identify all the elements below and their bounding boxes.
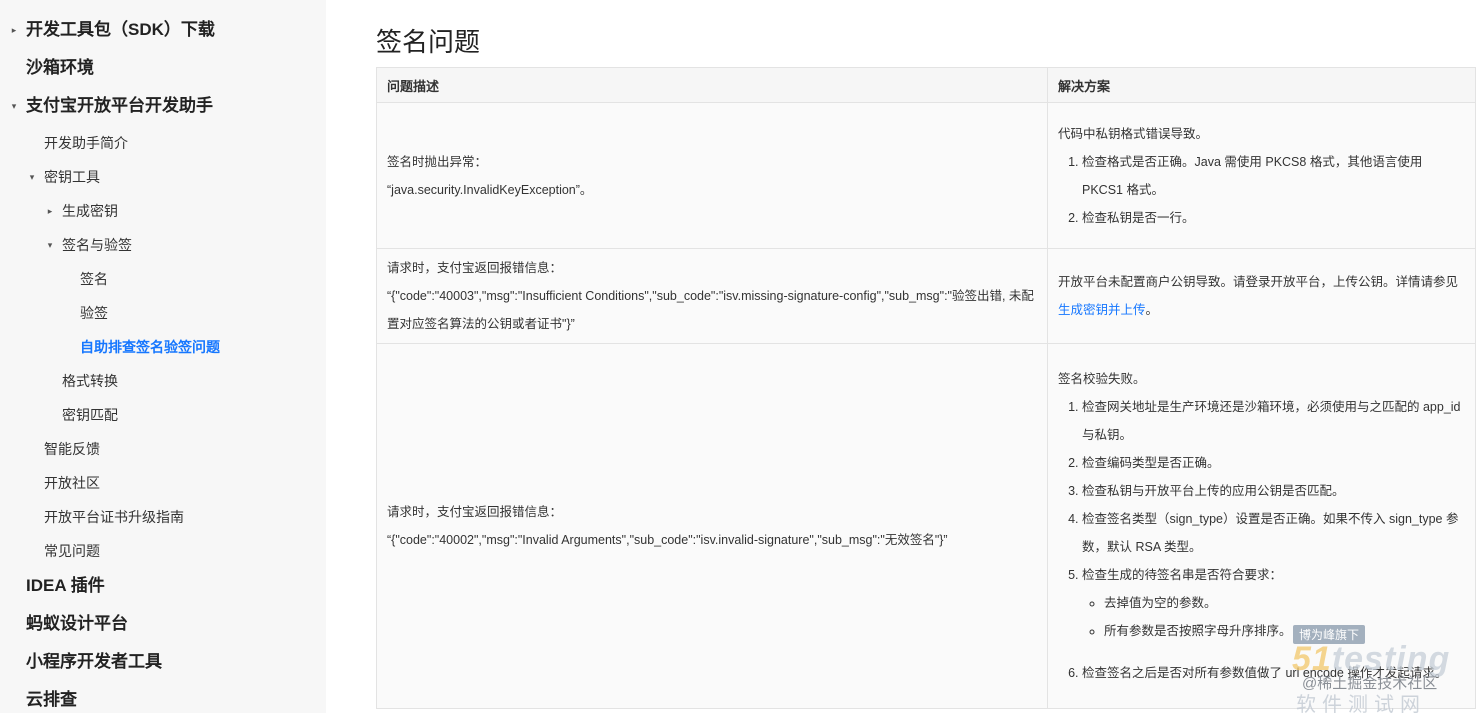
nav-item-label: 开发助手简介 xyxy=(44,135,128,151)
problem-line: “{"code":"40002","msg":"Invalid Argument… xyxy=(387,533,948,547)
nav-item-label: 蚂蚁设计平台 xyxy=(26,614,128,633)
solution-intro: 代码中私钥格式错误导致。 xyxy=(1058,126,1209,141)
solution-text: 开放平台未配置商户公钥导致。请登录开放平台，上传公钥。详情请参见生成密钥并上传。 xyxy=(1058,268,1465,324)
nav-item-label: IDEA 插件 xyxy=(26,576,105,595)
solution-cell: 签名校验失败。 检查网关地址是生产环境还是沙箱环境，必须使用与之匹配的 app_… xyxy=(1047,343,1476,709)
problem-line: 请求时，支付宝返回报错信息： xyxy=(387,505,563,519)
nav-item-label: 智能反馈 xyxy=(44,441,100,457)
nav-item-label: 密钥工具 xyxy=(44,169,100,185)
solution-text-end: 。 xyxy=(1145,303,1159,317)
solution-step: 检查签名之后是否对所有参数值做了 url encode 操作才发起请求。 xyxy=(1082,659,1465,687)
nav-item-label: 格式转换 xyxy=(62,373,118,389)
nav-item-label: 云排查 xyxy=(26,690,77,709)
solution-step: 检查签名类型（sign_type）设置是否正确。如果不传入 sign_type … xyxy=(1082,505,1465,561)
solution-steps: 检查格式是否正确。Java 需使用 PKCS8 格式，其他语言使用 PKCS1 … xyxy=(1058,148,1465,232)
chevron-down-icon[interactable]: ▾ xyxy=(44,228,56,262)
nav-item-label: 小程序开发者工具 xyxy=(26,652,162,671)
table-row: 请求时，支付宝返回报错信息： “{"code":"40002","msg":"I… xyxy=(376,343,1476,709)
chevron-right-icon[interactable]: ▸ xyxy=(8,13,20,47)
problem-line: 签名时抛出异常： xyxy=(387,154,488,169)
chevron-down-icon[interactable]: ▾ xyxy=(26,160,38,194)
nav-item-label: 验签 xyxy=(80,305,108,321)
nav-item-label: 签名与验签 xyxy=(62,237,132,253)
solution-steps: 检查网关地址是生产环境还是沙箱环境，必须使用与之匹配的 app_id 与私钥。 … xyxy=(1058,393,1465,687)
solution-step-with-subitems: 检查生成的待签名串是否符合要求： 去掉值为空的参数。 所有参数是否按照字母升序排… xyxy=(1082,561,1465,659)
column-header-problem: 问题描述 xyxy=(376,67,1048,103)
problem-line: “java.security.InvalidKeyException”。 xyxy=(387,182,593,197)
nav-item-label: 常见问题 xyxy=(44,543,100,559)
table-row: 请求时，支付宝返回报错信息： “{"code":"40003","msg":"I… xyxy=(376,248,1476,344)
solution-text-body: 开放平台未配置商户公钥导致。请登录开放平台，上传公钥。详情请参见 xyxy=(1058,275,1459,289)
solution-subitem: 所有参数是否按照字母升序排序。 xyxy=(1104,617,1465,645)
solution-step: 检查编码类型是否正确。 xyxy=(1082,449,1465,477)
table-row: 签名时抛出异常： “java.security.InvalidKeyExcept… xyxy=(376,102,1476,249)
solution-subitem: 去掉值为空的参数。 xyxy=(1104,589,1465,617)
solution-cell: 开放平台未配置商户公钥导致。请登录开放平台，上传公钥。详情请参见生成密钥并上传。 xyxy=(1047,248,1476,344)
nav-item-label: 开放平台证书升级指南 xyxy=(44,509,184,525)
nav-item-label: 生成密钥 xyxy=(62,203,118,219)
nav-item-label: 支付宝开放平台开发助手 xyxy=(26,96,213,115)
problem-line: 请求时，支付宝返回报错信息： xyxy=(387,261,563,275)
solution-step: 检查格式是否正确。Java 需使用 PKCS8 格式，其他语言使用 PKCS1 … xyxy=(1082,148,1465,204)
solution-step: 检查私钥是否一行。 xyxy=(1082,204,1465,232)
problem-cell: 请求时，支付宝返回报错信息： “{"code":"40002","msg":"I… xyxy=(376,343,1048,709)
problem-cell: 请求时，支付宝返回报错信息： “{"code":"40003","msg":"I… xyxy=(376,248,1048,344)
chevron-right-icon[interactable]: ▸ xyxy=(44,194,56,228)
problem-cell: 签名时抛出异常： “java.security.InvalidKeyExcept… xyxy=(376,102,1048,249)
solution-cell: 代码中私钥格式错误导致。 检查格式是否正确。Java 需使用 PKCS8 格式，… xyxy=(1047,102,1476,249)
nav-item-label: 开发工具包（SDK）下载 xyxy=(26,20,215,39)
solution-step: 检查网关地址是生产环境还是沙箱环境，必须使用与之匹配的 app_id 与私钥。 xyxy=(1082,393,1465,449)
signature-issues-table: 问题描述 解决方案 签名时抛出异常： “java.security.Invali… xyxy=(376,67,1476,709)
chevron-down-icon[interactable]: ▾ xyxy=(8,89,20,123)
generate-key-upload-link[interactable]: 生成密钥并上传 xyxy=(1058,303,1146,317)
nav-item-label: 沙箱环境 xyxy=(26,58,94,77)
problem-line: “{"code":"40003","msg":"Insufficient Con… xyxy=(387,289,1034,331)
nav-item-label: 自助排查签名验签问题 xyxy=(80,339,220,355)
column-header-solution: 解决方案 xyxy=(1047,67,1476,103)
solution-intro: 签名校验失败。 xyxy=(1058,372,1146,386)
sidebar-nav: ▸ 开发工具包（SDK）下载 沙箱环境 ▾ 支付宝开放平台开发助手 开发助手简介… xyxy=(0,0,326,713)
table-header-row: 问题描述 解决方案 xyxy=(376,67,1476,103)
page-title: 签名问题 xyxy=(376,27,481,57)
solution-step-text: 检查生成的待签名串是否符合要求： xyxy=(1082,568,1283,582)
nav-item-label: 密钥匹配 xyxy=(62,407,118,423)
solution-step: 检查私钥与开放平台上传的应用公钥是否匹配。 xyxy=(1082,477,1465,505)
nav-item-label: 签名 xyxy=(80,271,108,287)
nav-item-label: 开放社区 xyxy=(44,475,100,491)
solution-subitems: 去掉值为空的参数。 所有参数是否按照字母升序排序。 xyxy=(1082,589,1465,645)
